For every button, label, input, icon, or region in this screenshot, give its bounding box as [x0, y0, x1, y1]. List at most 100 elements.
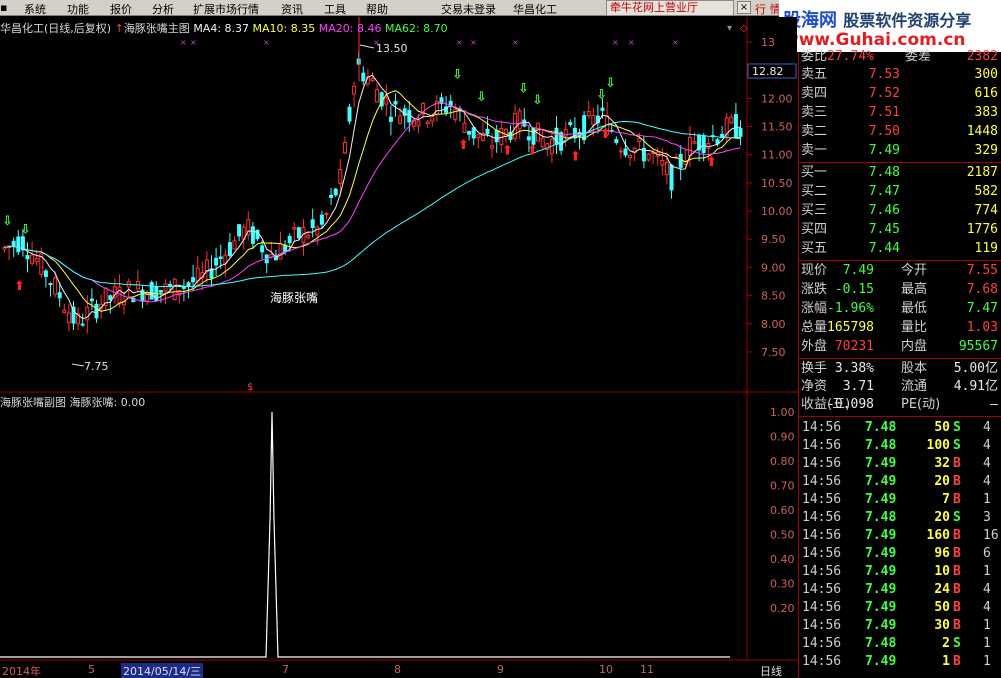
bid-row[interactable]: 买一 7.48 2187 — [799, 164, 1001, 182]
main-indicator-name[interactable]: 海豚张嘴主图 — [124, 22, 190, 35]
date-label-sep: 9 — [497, 663, 504, 676]
tick-side: B — [953, 474, 961, 489]
menu-quote[interactable]: 报价 — [110, 1, 132, 17]
ask-volume: 616 — [974, 86, 998, 101]
candle-body — [43, 270, 48, 278]
menu-news[interactable]: 资讯 — [281, 1, 303, 17]
trade-login-status[interactable]: 交易未登录 — [441, 1, 496, 17]
sell-arrow-icon: ⇩ — [476, 90, 487, 105]
weibi-label: 委比 — [801, 49, 828, 64]
menu-extended-market[interactable]: 扩展市场行情 — [193, 1, 259, 17]
ask-row[interactable]: 卖五 7.53 300 — [799, 66, 1001, 84]
tick-volume: 20 — [934, 474, 950, 489]
tick-row[interactable]: 14:56 7.49 24 B 4 — [799, 581, 1001, 599]
divider — [799, 416, 1001, 417]
app-icon[interactable]: ▪ — [0, 1, 7, 14]
ask-row[interactable]: 卖三 7.51 383 — [799, 104, 1001, 122]
bid-row[interactable]: 买五 7.44 119 — [799, 240, 1001, 258]
date-label-jul: 7 — [282, 663, 289, 676]
ask-row[interactable]: 卖二 7.50 1448 — [799, 123, 1001, 141]
tick-side: S — [953, 636, 961, 651]
tick-time: 14:56 — [802, 438, 842, 453]
tick-volume: 30 — [934, 618, 950, 633]
bid-row[interactable]: 买二 7.47 582 — [799, 183, 1001, 201]
bid-label: 买四 — [801, 222, 828, 237]
event-marker-icon[interactable]: $ — [247, 382, 253, 393]
candle-body — [738, 128, 743, 137]
tick-row[interactable]: 14:56 7.48 100 S 4 — [799, 437, 1001, 455]
high-price-label: 13.50 — [376, 42, 408, 55]
buy-arrow-icon: ⬆ — [502, 144, 513, 159]
ask-row[interactable]: 卖一 7.49 329 — [799, 142, 1001, 160]
menu-system[interactable]: 系统 — [24, 1, 46, 17]
ask-price: 7.51 — [868, 105, 900, 120]
candle-body — [57, 292, 62, 299]
candle-body — [526, 136, 531, 141]
tick-price: 7.49 — [865, 582, 897, 597]
tick-count: 3 — [983, 510, 991, 525]
bid-row[interactable]: 买四 7.45 1776 — [799, 221, 1001, 239]
tab-quote-1[interactable]: 行 — [755, 1, 766, 17]
diamond-icon[interactable]: ◇ — [740, 23, 748, 34]
stat-value-2: 1.03 — [966, 320, 998, 335]
guhai-logo: 股海网 股票软件资源分享 www.Guhai.com.cn — [779, 0, 1001, 52]
stat-value: -0.15 — [834, 282, 874, 297]
tick-row[interactable]: 14:56 7.49 160 B 16 — [799, 527, 1001, 545]
tick-row[interactable]: 14:56 7.49 30 B 1 — [799, 617, 1001, 635]
broker-button[interactable]: 牵牛花网上营业厅 — [606, 0, 734, 16]
kline-chart[interactable]: 1312.5012.0011.5011.0010.5010.009.509.00… — [0, 17, 798, 678]
indicator-arrow-icon[interactable]: ↑ — [115, 22, 124, 35]
menu-arrow-icon[interactable]: ▾ — [727, 23, 732, 34]
tick-row[interactable]: 14:56 7.48 20 S 3 — [799, 509, 1001, 527]
y-tick-label: 11.50 — [761, 121, 793, 134]
menu-analysis[interactable]: 分析 — [152, 1, 174, 17]
menu-function[interactable]: 功能 — [67, 1, 89, 17]
stat-value: -1.96% — [827, 301, 874, 316]
tick-count: 16 — [983, 528, 999, 543]
logo-url: www.Guhai.com.cn — [783, 30, 966, 50]
tick-row[interactable]: 14:56 7.48 2 S 1 — [799, 635, 1001, 653]
stat-value: 70231 — [834, 339, 874, 354]
menu-help[interactable]: 帮助 — [366, 1, 388, 17]
tick-row[interactable]: 14:56 7.49 10 B 1 — [799, 563, 1001, 581]
tick-count: 1 — [983, 654, 991, 669]
tick-row[interactable]: 14:56 7.49 96 B 6 — [799, 545, 1001, 563]
sell-arrow-icon: ⇩ — [605, 76, 616, 91]
candle-body — [425, 121, 430, 125]
candle-body — [471, 127, 476, 139]
stat-label: 总量 — [801, 320, 828, 335]
candle-body — [195, 267, 200, 282]
ask-row[interactable]: 卖四 7.52 616 — [799, 85, 1001, 103]
candle-body — [250, 226, 255, 244]
cross-marker-icon: × — [512, 38, 519, 47]
tick-row[interactable]: 14:56 7.49 20 B 4 — [799, 473, 1001, 491]
tick-row[interactable]: 14:56 7.49 32 B 4 — [799, 455, 1001, 473]
sub-chart-title[interactable]: 海豚张嘴副图 — [0, 396, 66, 409]
bid-volume: 119 — [974, 241, 998, 256]
tick-row[interactable]: 14:56 7.48 50 S 4 — [799, 419, 1001, 437]
cross-marker-icon: × — [470, 38, 477, 47]
tick-side: B — [953, 618, 961, 633]
main-chart-title-row: 华昌化工(日线,后复权) ↑海豚张嘴主图 MA4: 8.37 MA10: 8.3… — [0, 20, 448, 35]
tick-row[interactable]: 14:56 7.49 50 B 4 — [799, 599, 1001, 617]
bid-price: 7.46 — [868, 203, 900, 218]
fund-label-2: PE(动) — [901, 397, 941, 412]
stat-row: 外盘 70231 内盘 95567 — [799, 338, 1001, 356]
tick-count: 1 — [983, 492, 991, 507]
tick-price: 7.48 — [865, 438, 897, 453]
date-label-year: 2014年 — [2, 665, 41, 678]
sub-y-tick-label: 0.90 — [770, 431, 795, 444]
bid-row[interactable]: 买三 7.46 774 — [799, 202, 1001, 220]
menu-tools[interactable]: 工具 — [324, 1, 346, 17]
y-tick-label: 8.50 — [761, 290, 786, 303]
close-icon[interactable]: × — [737, 1, 751, 14]
current-price-tag: 12.82 — [752, 65, 784, 78]
tick-row[interactable]: 14:56 7.49 1 B 1 — [799, 653, 1001, 671]
tick-row[interactable]: 14:56 7.49 7 B 1 — [799, 491, 1001, 509]
candle-body — [618, 150, 623, 153]
tick-side: B — [953, 528, 961, 543]
candle-body — [80, 323, 85, 326]
fund-value: 3.38% — [834, 361, 874, 376]
ask-label: 卖四 — [801, 86, 828, 101]
period-label[interactable]: 日线 — [760, 663, 782, 678]
